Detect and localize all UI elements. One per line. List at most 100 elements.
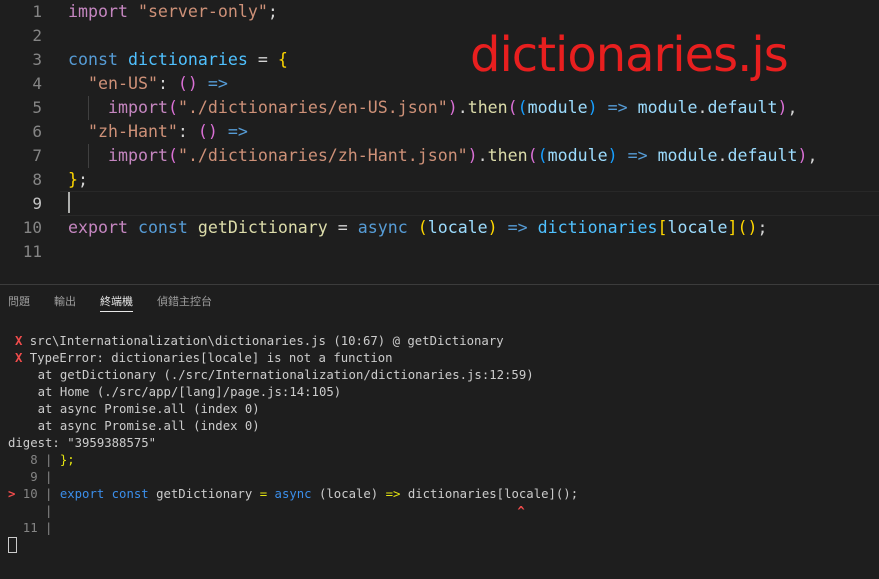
parens: () — [177, 74, 198, 93]
property-default: default — [707, 98, 778, 117]
keyword-export: export — [68, 218, 128, 237]
paren: ( — [517, 98, 528, 117]
identifier-dictionaries: dictionaries — [127, 50, 248, 69]
code-frame-async: async — [274, 487, 312, 501]
code-frame-const: const — [104, 487, 149, 501]
arrow-operator: => — [497, 218, 538, 237]
dot: . — [697, 98, 708, 117]
semicolon: ; — [267, 2, 278, 21]
paren: ) — [607, 146, 618, 165]
method-then: then — [467, 98, 508, 117]
terminal-cursor — [8, 537, 17, 553]
line-number: 7 — [32, 146, 42, 165]
keyword-import: import — [68, 2, 128, 21]
code-frame-line-9: 9 | — [8, 470, 53, 484]
code-frame-eq: = — [259, 487, 275, 501]
dot: . — [477, 146, 488, 165]
editor-line-5[interactable]: 5 import("./dictionaries/en-US.json").th… — [0, 96, 879, 120]
code-frame-fn: getDictionary — [148, 487, 260, 501]
stack-trace-line: at async Promise.all (index 0) — [8, 419, 260, 433]
paren: ) — [777, 98, 788, 117]
paren: ) — [587, 98, 598, 117]
terminal-line: X src\Internationalization\dictionaries.… — [8, 333, 504, 350]
code-editor[interactable]: 1 import "server-only"; 2 3 const dictio… — [0, 0, 879, 284]
param-module: module — [547, 146, 608, 165]
code-frame-line-11: 11 | — [8, 521, 53, 535]
bottom-panel: 問題 輸出 終端機 偵錯主控台 X src\Internationalizati… — [0, 285, 879, 579]
property-default: default — [727, 146, 798, 165]
operator-equals: = — [247, 50, 278, 69]
filename-annotation: dictionaries.js — [470, 27, 789, 83]
editor-line-11[interactable]: 11 — [0, 240, 879, 264]
line-number: 2 — [32, 26, 42, 45]
editor-line-6[interactable]: 6 "zh-Hant": () => — [0, 120, 879, 144]
stack-trace-line: at getDictionary (./src/Internationaliza… — [8, 368, 534, 382]
paren: ( — [507, 98, 518, 117]
terminal-line: X TypeError: dictionaries[locale] is not… — [8, 350, 393, 367]
arrow-operator: => — [217, 122, 248, 141]
key-en-us: "en-US" — [88, 74, 158, 93]
caret-marker-icon: ^ — [517, 504, 525, 518]
code-frame-line-8: 8 | }; — [8, 452, 75, 469]
tab-terminal[interactable]: 終端機 — [100, 293, 133, 312]
error-location: src\Internationalization\dictionaries.js… — [22, 334, 504, 348]
editor-line-8[interactable]: 8 }; — [0, 168, 879, 192]
keyword-const: const — [68, 50, 118, 69]
line-number: 6 — [32, 122, 42, 141]
bracket: ] — [727, 218, 738, 237]
identifier-locale: locale — [667, 218, 728, 237]
paren: ( — [537, 146, 548, 165]
line-number: 8 — [32, 170, 42, 189]
digest-line: digest: "3959388575" — [8, 436, 157, 450]
call-parens: () — [737, 218, 758, 237]
key-zh-hant: "zh-Hant" — [88, 122, 178, 141]
code-frame-arrow: => — [385, 487, 401, 501]
method-then: then — [487, 146, 528, 165]
line-number: 11 — [22, 242, 42, 261]
keyword-const: const — [137, 218, 188, 237]
comma: , — [787, 98, 798, 117]
identifier-getdictionary: getDictionary — [197, 218, 328, 237]
code-frame-line-10: > 10 | export const getDictionary = asyn… — [8, 486, 578, 503]
editor-line-7[interactable]: 7 import("./dictionaries/zh-Hant.json").… — [0, 144, 879, 168]
line-number: 3 — [32, 50, 42, 69]
code-frame-gutter: 10 | — [15, 487, 60, 501]
line-number: 4 — [32, 74, 42, 93]
editor-line-10[interactable]: 10 export const getDictionary = async (l… — [0, 216, 879, 240]
param-locale: locale — [427, 218, 488, 237]
code-frame-code: }; — [59, 453, 75, 467]
code-frame-gutter: 8 | — [8, 453, 60, 467]
editor-line-9[interactable]: 9 — [0, 192, 879, 216]
code-frame-export: export — [59, 487, 105, 501]
line-number: 10 — [22, 218, 42, 237]
code-frame-gutter: | — [8, 504, 53, 518]
line-number: 9 — [32, 194, 42, 213]
path-string: "./dictionaries/zh-Hant.json" — [177, 146, 468, 165]
arrow-operator: => — [617, 146, 658, 165]
line-number: 5 — [32, 98, 42, 117]
semicolon: ; — [757, 218, 768, 237]
code-frame-caret-line: | ^ — [8, 503, 525, 520]
editor-line-1[interactable]: 1 import "server-only"; — [0, 0, 879, 24]
identifier-module: module — [637, 98, 698, 117]
path-string: "./dictionaries/en-US.json" — [177, 98, 448, 117]
stack-trace-line: at Home (./src/app/[lang]/page.js:14:105… — [8, 385, 342, 399]
parens: () — [197, 122, 218, 141]
tab-problems[interactable]: 問題 — [8, 293, 30, 311]
tab-output[interactable]: 輸出 — [54, 293, 76, 311]
keyword-async: async — [357, 218, 408, 237]
indent-guide — [88, 144, 89, 168]
paren: ) — [487, 218, 498, 237]
paren: ( — [167, 98, 178, 117]
paren: ) — [447, 98, 458, 117]
identifier-module: module — [657, 146, 718, 165]
error-message: TypeError: dictionaries[locale] is not a… — [22, 351, 393, 365]
keyword-import: import — [108, 146, 168, 165]
tab-debug-console[interactable]: 偵錯主控台 — [157, 293, 212, 311]
paren: ( — [167, 146, 178, 165]
bracket: [ — [657, 218, 668, 237]
brace-close: } — [68, 170, 78, 189]
keyword-import: import — [108, 98, 168, 117]
code-frame-params: (locale) — [311, 487, 386, 501]
stack-trace-line: at async Promise.all (index 0) — [8, 402, 260, 416]
